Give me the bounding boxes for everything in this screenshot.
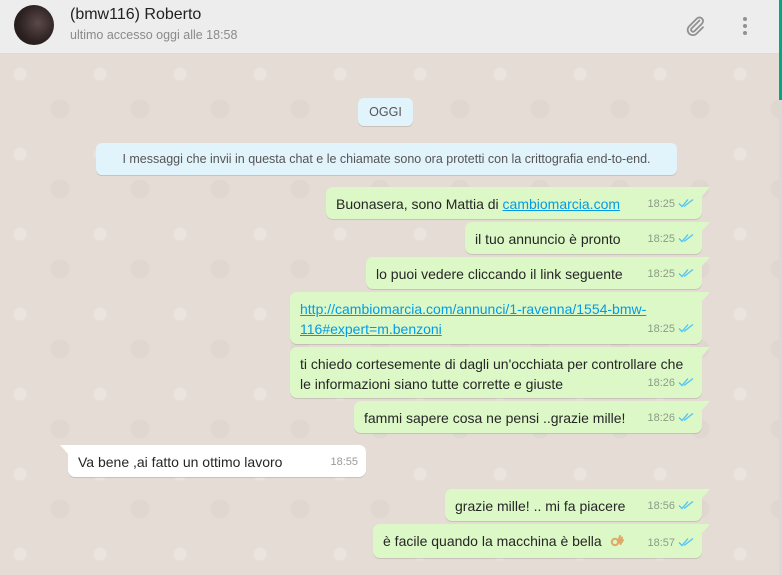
message-link[interactable]: cambiomarcia.com [503,196,620,212]
message-bubble-out[interactable]: grazie mille! .. mi fa piacere 18:56 [445,489,710,521]
message-text: il tuo annuncio è pronto [475,231,621,247]
message-bubble-out[interactable]: fammi sapere cosa ne pensi ..grazie mill… [354,401,710,433]
message-time: 18:25 [647,233,675,245]
message-meta: 18:25 [647,229,694,249]
message-text: fammi sapere cosa ne pensi ..grazie mill… [364,410,626,426]
message-bubble-out[interactable]: Buonasera, sono Mattia di cambiomarcia.c… [326,187,710,219]
ok-hand-icon [610,535,624,547]
contact-name[interactable]: (bmw116) Roberto [70,6,201,24]
message-bubble-out[interactable]: il tuo annuncio è pronto 18:25 [465,222,710,254]
avatar[interactable] [14,5,54,45]
message-meta: 18:26 [647,408,694,428]
message-meta: 18:57 [647,533,694,553]
message-text: ti chiedo cortesemente di dagli un'occhi… [300,356,684,372]
read-ticks-icon [678,198,694,208]
message-meta: 18:25 [647,319,694,339]
message-meta: 18:25 [647,194,694,214]
read-ticks-icon [678,268,694,278]
chat-panel: OGGI I messaggi che invii in questa chat… [0,54,779,575]
message-text: le informazioni siano tutte corrette e g… [300,376,564,392]
message-text: lo puoi vedere cliccando il link seguent… [376,266,623,282]
message-text: grazie mille! .. mi fa piacere [455,498,626,514]
message-meta: 18:56 [647,496,694,516]
message-time: 18:25 [647,323,675,335]
message-bubble-out[interactable]: http://cambiomarcia.com/annunci/1-ravenn… [290,292,710,344]
chat-header: (bmw116) Roberto ultimo accesso oggi all… [0,0,779,54]
message-time: 18:25 [647,198,675,210]
message-bubble-in[interactable]: Va bene ,ai fatto un ottimo lavoro 18:55 [60,445,366,477]
message-time: 18:57 [647,537,675,549]
last-seen-status: ultimo accesso oggi alle 18:58 [70,28,238,42]
read-ticks-icon [678,323,694,333]
message-meta: 18:26 [647,373,694,393]
encryption-notice[interactable]: I messaggi che invii in questa chat e le… [96,143,677,175]
read-ticks-icon [678,537,694,547]
menu-dots-icon[interactable] [733,14,757,38]
message-text: Va bene ,ai fatto un ottimo lavoro [78,454,283,470]
message-time: 18:56 [647,500,675,512]
paperclip-icon[interactable] [683,14,707,38]
message-time: 18:26 [647,412,675,424]
read-ticks-icon [678,412,694,422]
message-text: è facile quando la macchina è bella [383,533,602,549]
message-link[interactable]: http://cambiomarcia.com/annunci/1-ravenn… [300,301,646,317]
message-link[interactable]: 116#expert=m.benzoni [300,321,442,337]
message-bubble-out[interactable]: lo puoi vedere cliccando il link seguent… [366,257,710,289]
read-ticks-icon [678,377,694,387]
message-bubble-out[interactable]: ti chiedo cortesemente di dagli un'occhi… [290,347,710,398]
date-divider: OGGI [358,98,413,126]
message-text: Buonasera, sono Mattia di [336,196,503,212]
message-time: 18:25 [647,268,675,280]
read-ticks-icon [678,233,694,243]
message-bubble-out[interactable]: è facile quando la macchina è bella 18:5… [373,524,710,558]
message-time: 18:55 [330,456,358,468]
message-time: 18:26 [647,377,675,389]
read-ticks-icon [678,500,694,510]
message-meta: 18:55 [330,452,358,472]
message-meta: 18:25 [647,264,694,284]
